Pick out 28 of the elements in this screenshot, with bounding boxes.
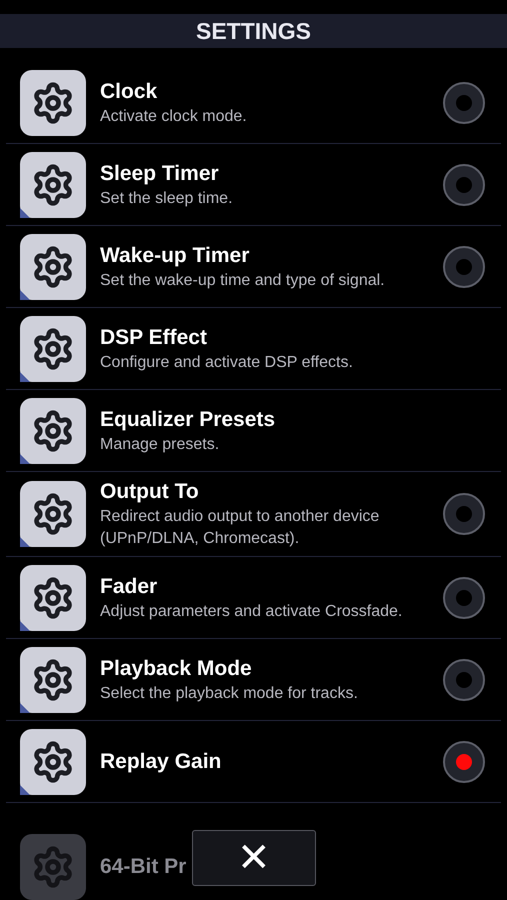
item-title[interactable]: Wake-up Timer <box>100 242 429 270</box>
item-title[interactable]: DSP Effect <box>100 324 485 352</box>
gear-icon <box>20 834 86 900</box>
item-description: Set the wake-up time and type of signal. <box>100 270 386 290</box>
toggle-button[interactable] <box>443 164 485 206</box>
item-title[interactable]: Clock <box>100 78 429 106</box>
item-title[interactable]: Sleep Timer <box>100 160 429 188</box>
item-title: 64-Bit Pr <box>100 854 186 880</box>
toggle-button[interactable] <box>443 493 485 535</box>
item-title[interactable]: Fader <box>100 572 429 600</box>
item-description: Activate clock mode. <box>100 106 248 126</box>
item-description: Redirect audio output to another device (UPnP/DLNA, Chromecast). <box>100 507 380 549</box>
toggle-button[interactable] <box>443 740 485 782</box>
header-title: SETTINGS <box>196 16 311 46</box>
item-description: Adjust parameters and activate Crossfade. <box>100 602 404 622</box>
toggle-button[interactable] <box>443 658 485 700</box>
item-title[interactable]: Equalizer Presets <box>100 406 485 434</box>
item-title[interactable]: Output To <box>100 478 429 506</box>
item-description: Manage presets. <box>100 434 220 454</box>
toggle-button[interactable] <box>443 246 485 288</box>
toggle-button[interactable] <box>443 576 485 618</box>
item-description: Select the playback mode for tracks. <box>100 684 359 704</box>
item-title[interactable]: Replay Gain <box>100 748 429 776</box>
toggle-button[interactable] <box>443 82 485 124</box>
close-button[interactable]: ✕ <box>192 830 316 886</box>
item-title[interactable]: Playback Mode <box>100 654 429 682</box>
item-description: Set the sleep time. <box>100 188 234 208</box>
item-description: Configure and activate DSP effects. <box>100 352 354 372</box>
